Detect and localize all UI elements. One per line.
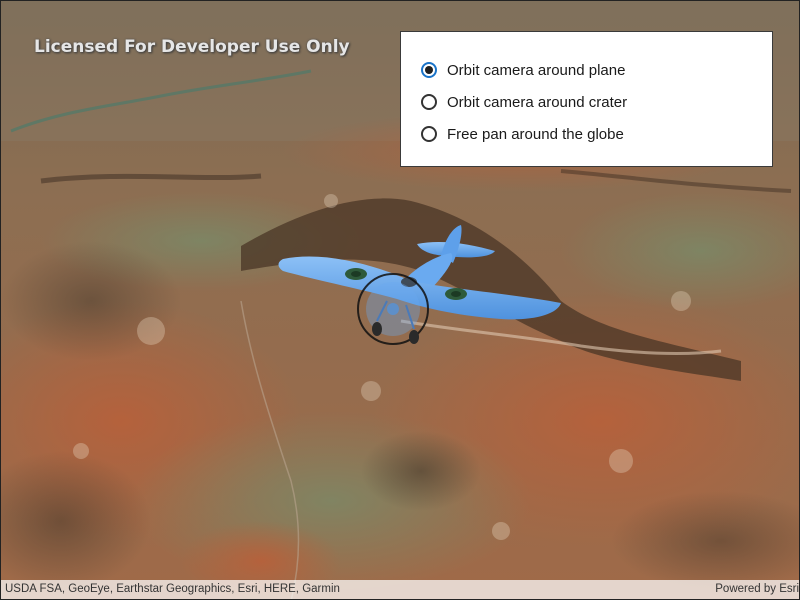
radio-button[interactable] xyxy=(421,94,437,110)
powered-by-esri[interactable]: Powered by Esri xyxy=(715,580,799,599)
attribution-text[interactable]: USDA FSA, GeoEye, Earthstar Geographics,… xyxy=(5,580,340,599)
scene-view-window: Licensed For Developer Use Only Orbit ca… xyxy=(0,0,800,600)
attribution-bar: USDA FSA, GeoEye, Earthstar Geographics,… xyxy=(1,580,799,599)
radio-button-checked[interactable] xyxy=(421,62,437,78)
radio-label: Orbit camera around plane xyxy=(447,61,626,79)
radio-orbit-plane[interactable]: Orbit camera around plane xyxy=(401,54,772,86)
radio-label: Free pan around the globe xyxy=(447,125,624,143)
license-watermark: Licensed For Developer Use Only xyxy=(34,37,350,57)
radio-label: Orbit camera around crater xyxy=(447,93,628,111)
radio-free-pan[interactable]: Free pan around the globe xyxy=(401,118,772,150)
radio-orbit-crater[interactable]: Orbit camera around crater xyxy=(401,86,772,118)
camera-mode-panel: Orbit camera around plane Orbit camera a… xyxy=(400,31,773,167)
radio-button[interactable] xyxy=(421,126,437,142)
